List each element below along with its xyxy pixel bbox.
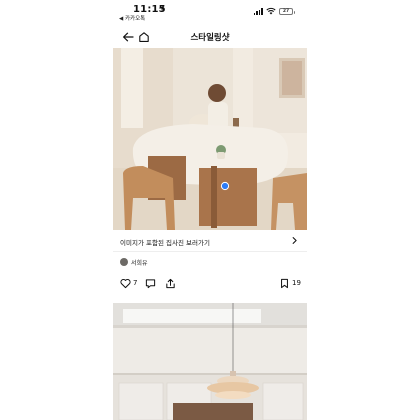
mobile-screen: 11:15 ◀ 카카오톡 27 스타일링샷 이미지가 포함된 집사진 보러가기 … bbox=[113, 0, 307, 420]
page-title: 스타일링샷 bbox=[190, 33, 230, 43]
comment-icon bbox=[145, 278, 156, 288]
status-bar: 11:15 ◀ 카카오톡 27 bbox=[113, 0, 307, 26]
next-styling-shot-photo[interactable] bbox=[113, 303, 307, 420]
bookmark-button[interactable]: 19 bbox=[279, 277, 301, 289]
bookmark-icon bbox=[281, 278, 288, 288]
bookmark-count: 19 bbox=[292, 279, 301, 287]
battery-icon: 27 bbox=[279, 7, 295, 15]
top-navigation: 스타일링샷 bbox=[113, 26, 307, 48]
house-photos-link-label: 이미지가 포함된 집사진 보러가기 bbox=[120, 239, 210, 247]
location-arrow-icon bbox=[158, 5, 165, 12]
house-photos-link[interactable]: 이미지가 포함된 집사진 보러가기 bbox=[113, 230, 307, 252]
avatar bbox=[120, 258, 128, 266]
post-actions: 7 19 bbox=[113, 276, 307, 292]
comment-button[interactable] bbox=[145, 277, 156, 289]
back-to-app-link[interactable]: ◀ 카카오톡 bbox=[119, 14, 145, 22]
pendant-lamp-image bbox=[113, 303, 307, 420]
author-name: 서희유 bbox=[131, 259, 148, 267]
battery-level: 27 bbox=[282, 8, 290, 14]
dining-room-image bbox=[113, 48, 307, 230]
wifi-icon bbox=[266, 7, 276, 15]
share-button[interactable] bbox=[165, 277, 176, 289]
author-profile[interactable]: 서희유 bbox=[120, 256, 148, 268]
styling-shot-photo[interactable] bbox=[113, 48, 307, 230]
system-indicators: 27 bbox=[253, 7, 295, 15]
cellular-signal-icon bbox=[253, 7, 263, 15]
share-icon bbox=[166, 278, 175, 288]
like-button[interactable]: 7 bbox=[120, 277, 137, 289]
chevron-right-icon bbox=[292, 237, 297, 244]
like-count: 7 bbox=[133, 279, 138, 287]
heart-icon bbox=[120, 278, 131, 288]
